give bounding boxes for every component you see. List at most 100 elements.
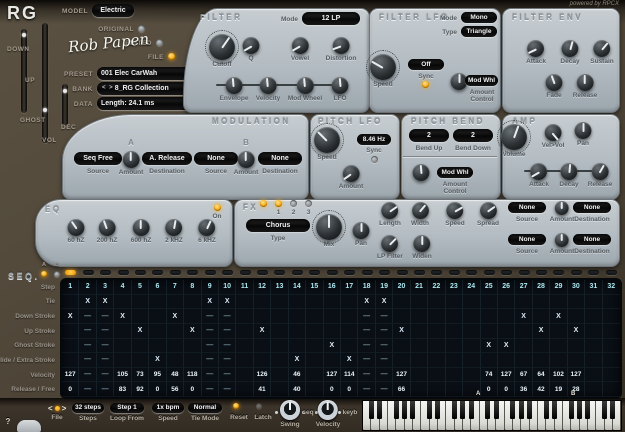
filter-modwheel-knob[interactable]: Mod Wheel	[288, 77, 322, 102]
piano-black-key[interactable]	[577, 401, 582, 419]
knob-dial[interactable]	[343, 165, 360, 182]
seq-down-stroke-step-11[interactable]	[236, 309, 253, 324]
seq-release-free-step-3[interactable]: —	[97, 382, 114, 397]
seq-down-stroke-step-24[interactable]	[463, 309, 480, 324]
fx-lpfilter-knob[interactable]: LP Filter	[377, 235, 403, 260]
seq-glide-extra-stroke-step-2[interactable]: —	[79, 353, 96, 368]
knob-dial[interactable]	[259, 77, 276, 94]
seq-tie-step-1[interactable]	[62, 295, 79, 310]
seq-release-free-step-19[interactable]: —	[376, 382, 393, 397]
seq-grid[interactable]: 1234567891011121314151617181920212223242…	[62, 280, 620, 397]
seq-ghost-stroke-step-14[interactable]	[289, 339, 306, 354]
filter-lfo-sync-led[interactable]	[422, 81, 429, 88]
knob-dial[interactable]	[198, 219, 215, 236]
seq-tie-step-9[interactable]: X	[202, 295, 219, 310]
fx-length-knob[interactable]: Length	[379, 202, 401, 227]
seq-velocity-step-5[interactable]: 73	[132, 368, 149, 383]
seq-ghost-stroke-step-18[interactable]: —	[358, 339, 375, 354]
seq-down-stroke-step-17[interactable]	[341, 309, 358, 324]
knob-dial[interactable]	[353, 222, 370, 239]
seq-up-stroke-step-28[interactable]: X	[533, 324, 550, 339]
piano-black-key[interactable]	[569, 401, 574, 419]
seq-up-stroke-step-9[interactable]: —	[202, 324, 219, 339]
seq-release-free-step-15[interactable]	[306, 382, 323, 397]
knob-dial[interactable]	[280, 400, 300, 420]
tie-mode-select[interactable]: Normal	[188, 403, 222, 413]
knob-dial[interactable]	[555, 201, 569, 215]
seq-release-free-step-4[interactable]: 83	[114, 382, 131, 397]
knob-dial[interactable]	[528, 40, 545, 57]
eq-2khz-knob[interactable]: 2 kHZ	[165, 219, 183, 244]
fx-slot-1-led[interactable]	[275, 200, 282, 207]
filter-cutoff-knob[interactable]: Cutoff	[209, 34, 235, 68]
eq-60hz-knob[interactable]: 60 hZ	[68, 219, 85, 244]
seq-down-stroke-step-9[interactable]: —	[202, 309, 219, 324]
seq-up-stroke-step-19[interactable]: —	[376, 324, 393, 339]
mod-b-source-select[interactable]: None	[194, 152, 238, 165]
seq-down-stroke-step-12[interactable]	[254, 309, 271, 324]
fx-mod2-source-select[interactable]: None	[508, 234, 546, 245]
seq-tie-step-21[interactable]	[411, 295, 428, 310]
filter-env-release-knob[interactable]: Release	[573, 74, 598, 99]
velocity-knob[interactable]: Velocity	[316, 400, 341, 428]
piano-black-key[interactable]	[410, 401, 415, 419]
knob-dial[interactable]	[226, 77, 243, 94]
seq-tie-step-19[interactable]: X	[376, 295, 393, 310]
seq-down-stroke-step-2[interactable]: —	[79, 309, 96, 324]
piano-black-key[interactable]	[485, 401, 490, 419]
seq-glide-extra-stroke-step-7[interactable]	[167, 353, 184, 368]
knob-dial[interactable]	[561, 163, 578, 180]
seq-up-stroke-step-16[interactable]	[324, 324, 341, 339]
fx-slot-2-led[interactable]	[290, 200, 297, 207]
seq-tie-step-16[interactable]	[324, 295, 341, 310]
knob-dial[interactable]	[544, 124, 561, 141]
seq-velocity-step-23[interactable]	[446, 368, 463, 383]
seq-tie-step-22[interactable]	[428, 295, 445, 310]
seq-tie-step-31[interactable]	[585, 295, 602, 310]
seq-tie-step-26[interactable]	[498, 295, 515, 310]
knob-dial[interactable]	[562, 40, 579, 57]
mod-b-destination-select[interactable]: None	[258, 152, 302, 165]
seq-tie-step-25[interactable]	[481, 295, 498, 310]
seq-ghost-stroke-step-30[interactable]	[568, 339, 585, 354]
amp-pan-knob[interactable]: Pan	[575, 122, 592, 147]
seq-velocity-step-27[interactable]: 67	[515, 368, 532, 383]
edited-led[interactable]	[156, 39, 163, 46]
filter-lfo-amount-knob[interactable]: LFO	[332, 77, 349, 102]
reset-led[interactable]	[233, 403, 239, 409]
seq-glide-extra-stroke-step-6[interactable]: X	[149, 353, 166, 368]
seq-up-stroke-step-4[interactable]	[114, 324, 131, 339]
seq-up-stroke-step-29[interactable]	[550, 324, 567, 339]
knob-dial[interactable]	[576, 74, 593, 91]
knob-dial[interactable]	[133, 219, 150, 236]
seq-ghost-stroke-step-1[interactable]	[62, 339, 79, 354]
seq-release-free-step-11[interactable]	[236, 382, 253, 397]
seq-glide-extra-stroke-step-27[interactable]	[515, 353, 532, 368]
piano-black-key[interactable]	[460, 401, 465, 419]
knob-dial[interactable]	[546, 74, 563, 91]
seq-tie-step-4[interactable]	[114, 295, 131, 310]
knob-dial[interactable]	[413, 164, 430, 181]
seq-velocity-step-7[interactable]: 48	[167, 368, 184, 383]
seq-release-free-step-14[interactable]: 40	[289, 382, 306, 397]
seq-glide-extra-stroke-step-18[interactable]: —	[358, 353, 375, 368]
seq-velocity-step-10[interactable]: —	[219, 368, 236, 383]
piano-black-key[interactable]	[377, 401, 382, 419]
knob-dial[interactable]	[316, 214, 342, 240]
keyb-mode-label[interactable]: keyb	[340, 409, 360, 416]
knob-dial[interactable]	[591, 163, 608, 180]
seq-ghost-stroke-step-22[interactable]	[428, 339, 445, 354]
piano-black-key[interactable]	[610, 401, 615, 419]
fx-type-select[interactable]: Chorus	[246, 219, 310, 232]
seq-down-stroke-step-13[interactable]	[271, 309, 288, 324]
seq-tie-step-23[interactable]	[446, 295, 463, 310]
seq-velocity-step-1[interactable]: 127	[62, 368, 79, 383]
seq-tie-step-2[interactable]: X	[79, 295, 96, 310]
seq-velocity-step-4[interactable]: 105	[114, 368, 131, 383]
seq-down-stroke-step-27[interactable]: X	[515, 309, 532, 324]
seq-ghost-stroke-step-24[interactable]	[463, 339, 480, 354]
seq-a-led[interactable]	[41, 271, 47, 277]
seq-release-free-step-26[interactable]: 0	[498, 382, 515, 397]
seq-up-stroke-step-13[interactable]	[271, 324, 288, 339]
seq-glide-extra-stroke-step-32[interactable]	[603, 353, 620, 368]
